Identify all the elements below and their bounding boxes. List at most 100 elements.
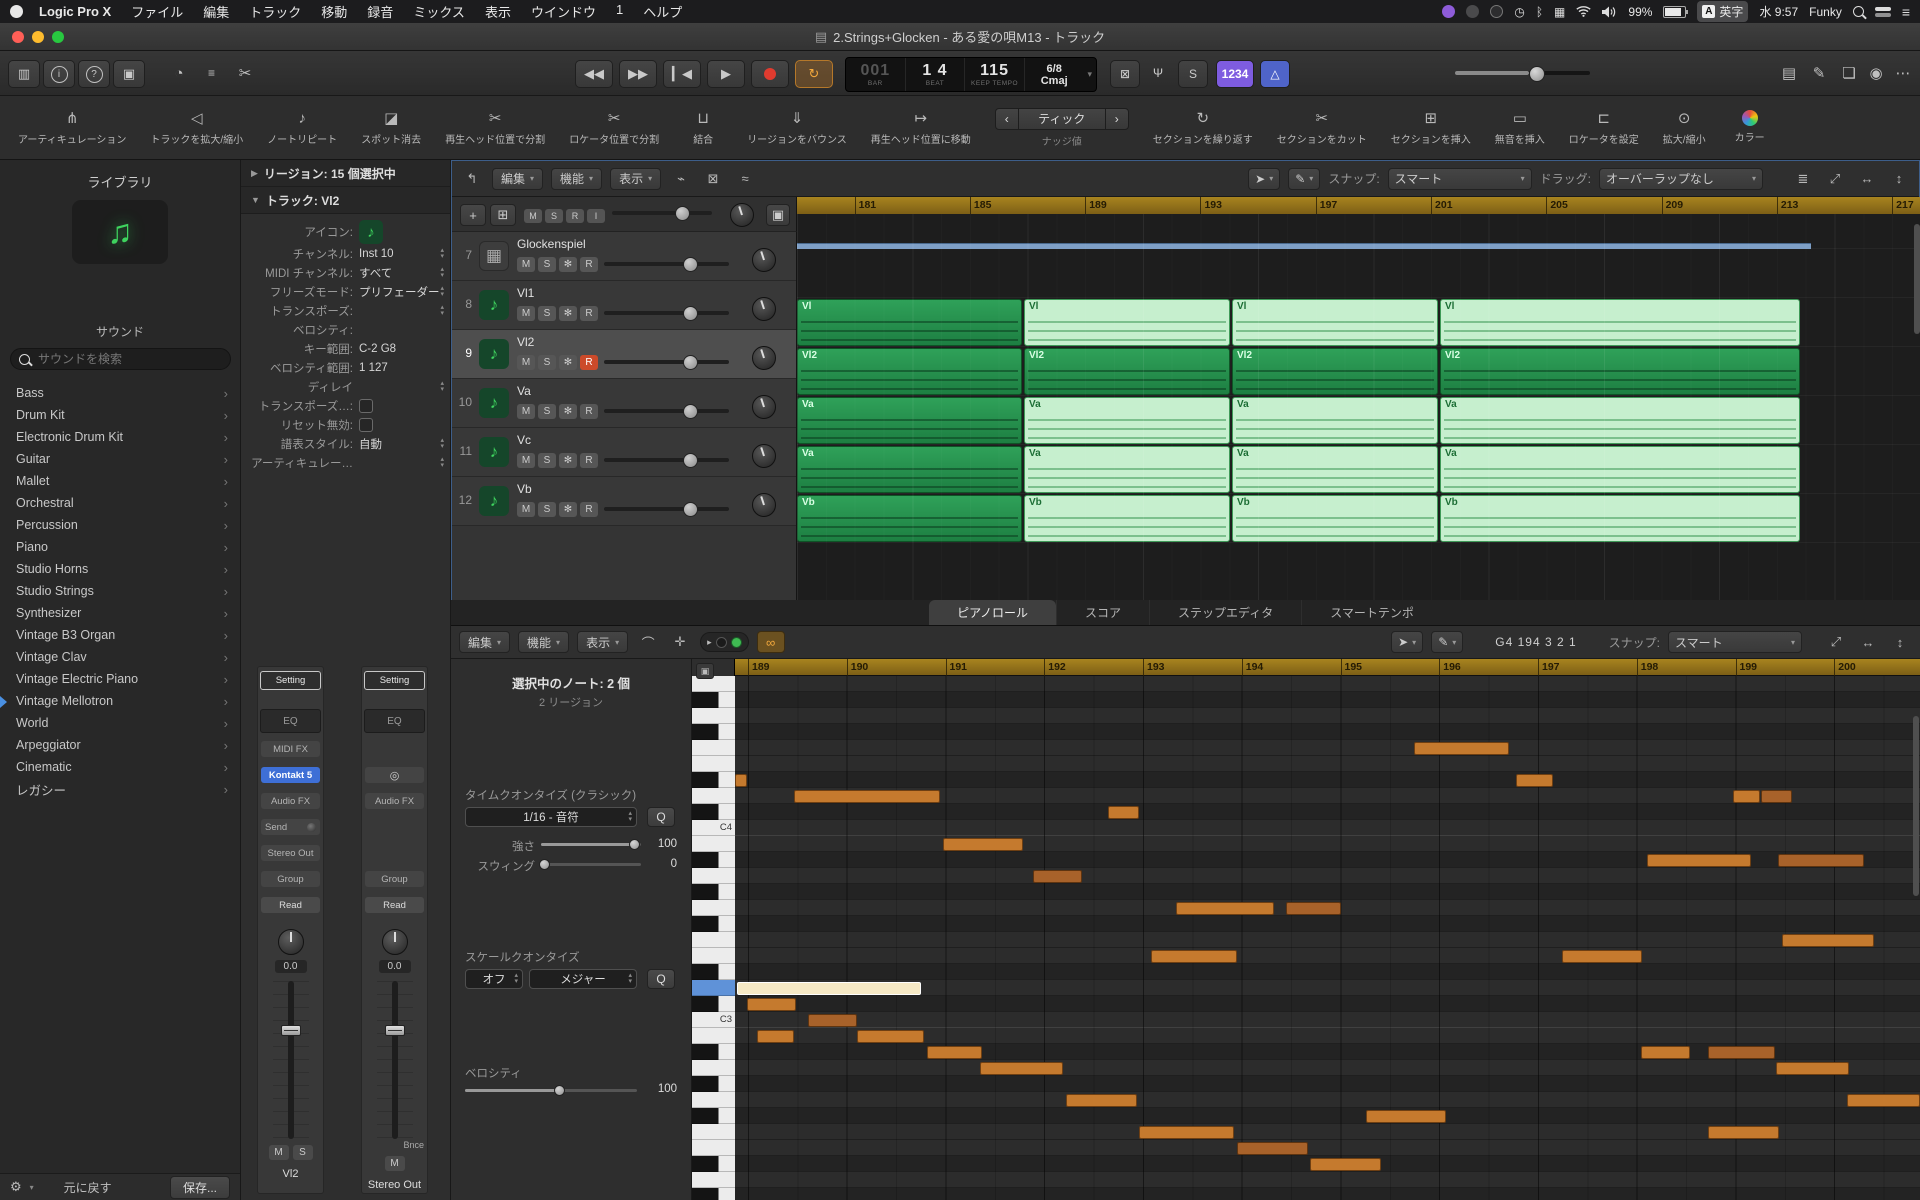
mixer-icon[interactable]: ≡ bbox=[198, 60, 226, 86]
midi-note[interactable] bbox=[1139, 1126, 1234, 1139]
forward-button[interactable]: ▶▶ bbox=[619, 60, 657, 88]
join-button[interactable]: ⊔結合 bbox=[683, 110, 723, 146]
midi-note[interactable] bbox=[1516, 774, 1553, 787]
close-button[interactable] bbox=[12, 31, 24, 43]
articulation-button[interactable]: ⋔アーティキュレーション bbox=[18, 110, 126, 146]
track-solo-button[interactable]: S bbox=[538, 355, 556, 370]
notification-center-icon[interactable]: ≡ bbox=[1902, 4, 1910, 20]
stepper-icon[interactable]: ▴▾ bbox=[440, 248, 444, 260]
midi-note[interactable] bbox=[1647, 854, 1751, 867]
midi-region[interactable]: Vl2 bbox=[797, 348, 1022, 395]
white-key[interactable] bbox=[692, 900, 735, 916]
black-key[interactable] bbox=[692, 964, 735, 980]
stepper-icon[interactable]: ▴▾ bbox=[440, 305, 444, 317]
track-mute-button[interactable]: M bbox=[517, 355, 535, 370]
track-row[interactable]: 9♪Vl2MS✻R bbox=[452, 330, 796, 379]
snap-select[interactable]: スマート▾ bbox=[1668, 631, 1802, 653]
more-icon[interactable]: ⋯ bbox=[1889, 60, 1917, 86]
slider-thumb[interactable] bbox=[683, 306, 698, 321]
track-mute-button[interactable]: M bbox=[517, 404, 535, 419]
track-freeze-button[interactable]: ✻ bbox=[559, 306, 577, 321]
white-key[interactable] bbox=[692, 1172, 735, 1188]
strip-slot-stereo-out[interactable]: Stereo Out bbox=[261, 845, 320, 861]
spotlight-icon[interactable] bbox=[1853, 6, 1864, 17]
midi-region[interactable]: Vl2 bbox=[1440, 348, 1800, 395]
bounce-regions-button[interactable]: ⇓リージョンをバウンス bbox=[747, 110, 847, 146]
strip-mute-button[interactable]: M bbox=[269, 1145, 289, 1160]
midi-note[interactable] bbox=[1708, 1126, 1779, 1139]
v-zoom-icon[interactable]: ↕ bbox=[1887, 169, 1911, 189]
midi-note[interactable] bbox=[1286, 902, 1341, 915]
library-item[interactable]: Electronic Drum Kit› bbox=[0, 426, 240, 448]
menu-item[interactable]: トラック bbox=[249, 2, 301, 21]
track-volume-slider[interactable] bbox=[604, 262, 729, 266]
library-item[interactable]: Vintage Electric Piano› bbox=[0, 668, 240, 690]
menu-item[interactable]: 編集 bbox=[203, 2, 229, 21]
clipped-pan-knob[interactable] bbox=[730, 203, 754, 227]
cycle-button[interactable]: ↻ bbox=[795, 60, 833, 88]
pencil-tool-button[interactable]: ✎▾ bbox=[1288, 168, 1320, 190]
pencil-tool-button[interactable]: ✎▾ bbox=[1431, 631, 1463, 653]
insert-section-button[interactable]: ⊞セクションを挿入 bbox=[1391, 110, 1471, 146]
chevron-down-icon[interactable]: ▾ bbox=[1084, 58, 1097, 91]
quantize-apply-button[interactable]: Q bbox=[647, 807, 675, 827]
library-search[interactable] bbox=[10, 348, 231, 370]
strip-mute-button[interactable]: M bbox=[385, 1156, 405, 1171]
user-icon[interactable]: ◉ bbox=[1862, 60, 1890, 86]
track-solo-button[interactable]: S bbox=[538, 306, 556, 321]
black-key[interactable] bbox=[692, 1044, 735, 1060]
punch-button[interactable]: ⊠ bbox=[1110, 60, 1140, 88]
lcd-display[interactable]: 001 BAR 1 4 BEAT 115 KEEP TEMPO 6/8 Cmaj… bbox=[845, 57, 1097, 92]
midi-note[interactable] bbox=[1066, 1094, 1137, 1107]
track-solo-button[interactable]: S bbox=[538, 502, 556, 517]
midi-region[interactable]: Vb bbox=[1440, 495, 1800, 542]
track-solo-button[interactable]: S bbox=[538, 453, 556, 468]
track-mute-button[interactable]: M bbox=[517, 257, 535, 272]
search-input[interactable] bbox=[36, 351, 222, 367]
track-record-button[interactable]: R bbox=[580, 257, 598, 272]
menu-button[interactable]: 機能▾ bbox=[551, 168, 602, 190]
keyboard-icon[interactable]: ▦ bbox=[1554, 5, 1565, 19]
black-key[interactable] bbox=[692, 1076, 735, 1092]
scale-root-select[interactable]: オフ ▴▾ bbox=[465, 969, 523, 989]
strength-slider[interactable] bbox=[541, 843, 641, 846]
midi-region[interactable]: Va bbox=[1024, 397, 1230, 444]
black-key[interactable] bbox=[692, 772, 735, 788]
param-value[interactable]: 自動 bbox=[359, 436, 440, 452]
minimize-button[interactable] bbox=[32, 31, 44, 43]
track-volume-slider[interactable] bbox=[604, 458, 729, 462]
track-pan-knob[interactable] bbox=[752, 395, 776, 419]
h-zoom-icon[interactable]: ↔ bbox=[1855, 169, 1879, 189]
midi-region[interactable]: Vl bbox=[1024, 299, 1230, 346]
midi-note[interactable] bbox=[1310, 1158, 1381, 1171]
editor-tab[interactable]: ステップエディタ bbox=[1149, 600, 1301, 625]
crosshair-icon[interactable]: ✛ bbox=[668, 632, 692, 652]
black-key[interactable] bbox=[692, 1188, 735, 1200]
track-row[interactable]: 7▦GlockenspielMS✻R bbox=[452, 232, 796, 281]
quick-help-button[interactable]: ? bbox=[78, 60, 110, 88]
track-volume-slider[interactable] bbox=[604, 507, 729, 511]
library-item[interactable]: Bass› bbox=[0, 382, 240, 404]
stop-button[interactable]: ▎◀ bbox=[663, 60, 701, 88]
nudge-right-button[interactable]: › bbox=[1105, 108, 1129, 130]
swing-slider[interactable] bbox=[541, 863, 641, 866]
black-key[interactable] bbox=[692, 852, 735, 868]
strip-slot-group[interactable]: Group bbox=[365, 871, 424, 887]
white-key[interactable]: C4 bbox=[692, 820, 735, 836]
inspector-toggle-button[interactable]: i bbox=[43, 60, 75, 88]
midi-note[interactable] bbox=[757, 1030, 794, 1043]
control-center-icon[interactable] bbox=[1875, 7, 1891, 17]
midi-in-record-icon[interactable] bbox=[731, 637, 742, 648]
count-in-button[interactable]: 1234 bbox=[1216, 60, 1254, 88]
track-pan-knob[interactable] bbox=[752, 346, 776, 370]
stepper-icon[interactable]: ▴▾ bbox=[440, 457, 444, 469]
disclosure-triangle-icon[interactable]: ▼ bbox=[251, 195, 260, 205]
strip-slot-group[interactable]: Group bbox=[261, 871, 320, 887]
midi-note[interactable] bbox=[1782, 934, 1874, 947]
midi-region[interactable]: Vb bbox=[797, 495, 1022, 542]
white-key[interactable] bbox=[692, 1092, 735, 1108]
strip-fader[interactable] bbox=[273, 981, 309, 1139]
slider-thumb[interactable] bbox=[683, 404, 698, 419]
midi-note[interactable] bbox=[1641, 1046, 1690, 1059]
selected-midi-note[interactable] bbox=[737, 982, 921, 995]
